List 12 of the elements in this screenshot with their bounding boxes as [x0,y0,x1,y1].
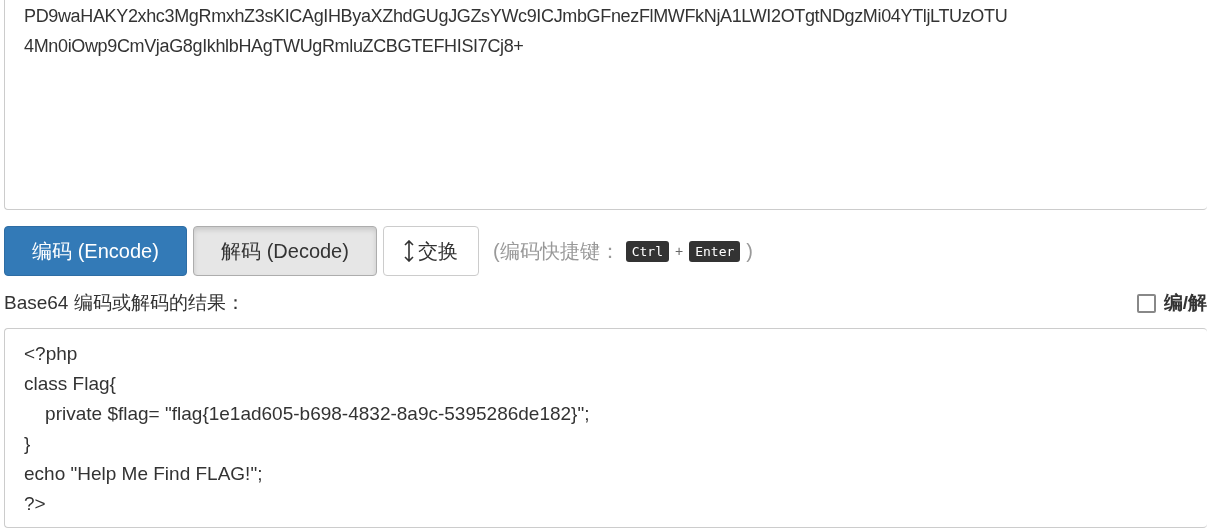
key-label: Enter [689,240,741,262]
closing-paren: ) [746,239,753,263]
up-down-arrow-icon [404,240,414,262]
encode-button[interactable]: 编码 (Encode) [4,226,187,276]
shortcut-hint: (编码快捷键： [493,238,620,264]
key-label: Ctrl [625,240,669,262]
plus-sign: + [675,243,684,259]
checkbox[interactable] [1136,293,1156,313]
checkbox-label: 编/解 [1163,291,1207,315]
swap-button[interactable]: 交换 [383,226,479,276]
decode-button[interactable]: 解码 (Decode) [193,226,377,276]
result-label: Base64 编码或解码的结果： [4,291,245,315]
